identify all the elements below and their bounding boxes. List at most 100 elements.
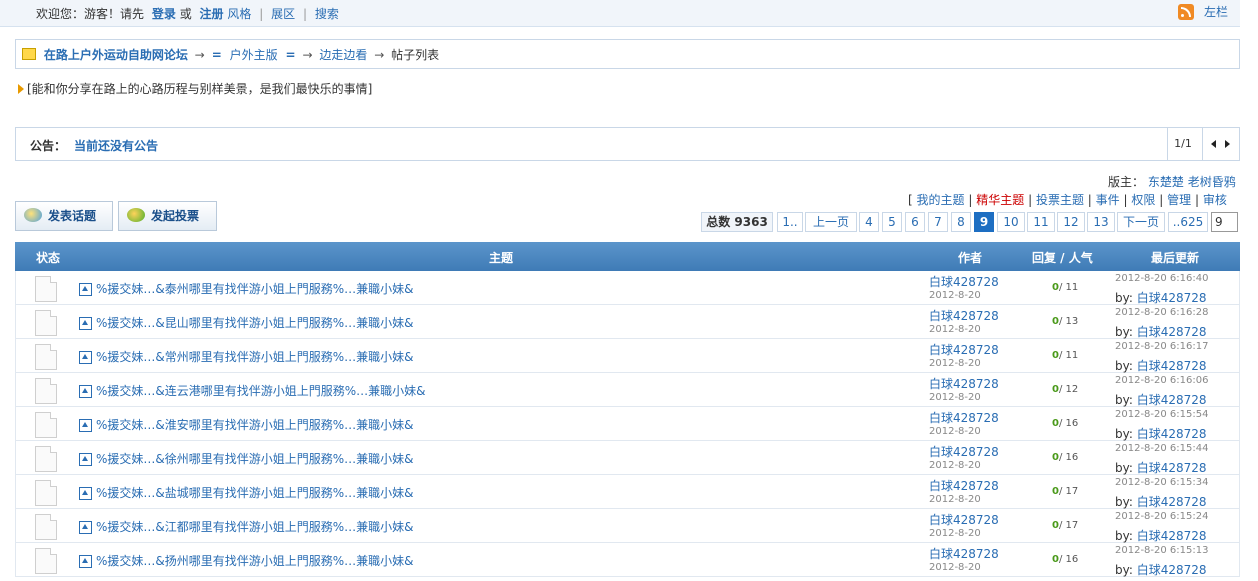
breadcrumb-forum[interactable]: 在路上户外运动自助网论坛	[44, 48, 188, 62]
last-update-by: by: 白球428728	[1115, 291, 1207, 305]
prev-arrow-icon[interactable]	[1211, 140, 1216, 148]
topic-status-icon	[35, 548, 57, 574]
last-user-link[interactable]: 白球428728	[1137, 291, 1207, 305]
rss-icon[interactable]	[1178, 4, 1194, 20]
reply-view-count: 0/ 11	[1052, 350, 1078, 361]
last-user-link[interactable]: 白球428728	[1137, 427, 1207, 441]
page-link[interactable]: 5	[882, 212, 902, 232]
last-user-link[interactable]: 白球428728	[1137, 359, 1207, 373]
announcement-page: 1/1	[1167, 128, 1198, 160]
reply-count: 0	[1052, 486, 1059, 497]
author-link[interactable]: 白球428728	[929, 545, 999, 562]
manage-link[interactable]: 管理	[1167, 193, 1191, 207]
last-update-by: by: 白球428728	[1115, 393, 1207, 407]
page-link[interactable]: 12	[1057, 212, 1085, 232]
last-update-time: 2012-8-20 6:15:24	[1115, 511, 1209, 522]
table-row: %援交妹…&昆山哪里有找伴游小姐上門服務%…兼職小妹& 白球428728 201…	[15, 305, 1240, 339]
expand-icon[interactable]	[79, 283, 92, 296]
search-link[interactable]: 搜索	[315, 7, 339, 21]
page-link[interactable]: 7	[928, 212, 948, 232]
reply-count: 0	[1052, 452, 1059, 463]
page-current[interactable]: 9	[974, 212, 994, 232]
post-date: 2012-8-20	[929, 562, 981, 573]
last-user-link[interactable]: 白球428728	[1137, 529, 1207, 543]
expand-icon[interactable]	[79, 317, 92, 330]
expand-icon[interactable]	[79, 385, 92, 398]
page-next[interactable]: 下一页	[1117, 212, 1165, 232]
last-user-link[interactable]: 白球428728	[1137, 563, 1207, 577]
topic-title-link[interactable]: %援交妹…&盐城哪里有找伴游小姐上門服務%…兼職小妹&	[96, 484, 414, 501]
next-arrow-icon[interactable]	[1225, 140, 1230, 148]
topic-status-icon	[35, 378, 57, 404]
topic-title-link[interactable]: %援交妹…&常州哪里有找伴游小姐上門服務%…兼職小妹&	[96, 348, 414, 365]
author-link[interactable]: 白球428728	[929, 443, 999, 460]
last-update-by: by: 白球428728	[1115, 495, 1207, 509]
topic-status-icon	[35, 514, 57, 540]
topic-title-link[interactable]: %援交妹…&连云港哪里有找伴游小姐上門服務%…兼職小妹&	[96, 382, 426, 399]
last-user-link[interactable]: 白球428728	[1137, 461, 1207, 475]
topic-title-link[interactable]: %援交妹…&昆山哪里有找伴游小姐上門服務%…兼職小妹&	[96, 314, 414, 331]
review-link[interactable]: 审核	[1203, 193, 1227, 207]
last-user-link[interactable]: 白球428728	[1137, 325, 1207, 339]
author-link[interactable]: 白球428728	[929, 409, 999, 426]
author-link[interactable]: 白球428728	[929, 511, 999, 528]
page-jump-input[interactable]: 9	[1211, 212, 1238, 232]
reply-view-count: 0/ 12	[1052, 384, 1078, 395]
breadcrumb-subboard[interactable]: 边走边看	[319, 48, 367, 62]
topic-title-link[interactable]: %援交妹…&徐州哪里有找伴游小姐上門服務%…兼職小妹&	[96, 450, 414, 467]
author-link[interactable]: 白球428728	[929, 307, 999, 324]
reply-count: 0	[1052, 350, 1059, 361]
author-link[interactable]: 白球428728	[929, 341, 999, 358]
table-row: %援交妹…&泰州哪里有找伴游小姐上門服務%…兼職小妹& 白球428728 201…	[15, 271, 1240, 305]
table-row: %援交妹…&扬州哪里有找伴游小姐上門服務%…兼職小妹& 白球428728 201…	[15, 543, 1240, 577]
login-link[interactable]: 登录	[152, 7, 176, 21]
page-link[interactable]: 8	[951, 212, 971, 232]
page-link[interactable]: 13	[1087, 212, 1115, 232]
topic-title-link[interactable]: %援交妹…&扬州哪里有找伴游小姐上門服務%…兼職小妹&	[96, 552, 414, 569]
last-user-link[interactable]: 白球428728	[1137, 495, 1207, 509]
sidebar-toggle-link[interactable]: 左栏	[1204, 3, 1228, 20]
exhibit-link[interactable]: 展区	[271, 7, 295, 21]
reply-count: 0	[1052, 282, 1059, 293]
view-count: / 17	[1058, 520, 1079, 531]
expand-icon[interactable]	[79, 487, 92, 500]
header-author: 作者	[958, 251, 983, 265]
user-menu: 欢迎您：游客！请先 登录 或 注册 风格 | 展区 | 搜索	[36, 5, 339, 22]
new-topic-button[interactable]: 发表话题	[15, 201, 113, 231]
page-last[interactable]: ..625	[1168, 212, 1208, 232]
author-link[interactable]: 白球428728	[929, 477, 999, 494]
style-link[interactable]: 风格	[227, 7, 251, 21]
expand-icon[interactable]	[79, 555, 92, 568]
events-link[interactable]: 事件	[1096, 193, 1120, 207]
new-poll-button[interactable]: 发起投票	[118, 201, 217, 231]
moderator-link[interactable]: 东楚楚	[1148, 175, 1184, 189]
announcement-text[interactable]: 当前还没有公告	[74, 137, 158, 154]
permissions-link[interactable]: 权限	[1131, 193, 1155, 207]
page-link[interactable]: 4	[859, 212, 879, 232]
register-link[interactable]: 注册	[200, 7, 224, 21]
topic-title-link[interactable]: %援交妹…&泰州哪里有找伴游小姐上門服務%…兼職小妹&	[96, 280, 414, 297]
expand-icon[interactable]	[79, 419, 92, 432]
poll-topics-link[interactable]: 投票主题	[1036, 193, 1084, 207]
moderator-link[interactable]: 老树昏鸦	[1188, 175, 1236, 189]
author-link[interactable]: 白球428728	[929, 375, 999, 392]
header-status: 状态	[36, 251, 61, 265]
page-link[interactable]: 6	[905, 212, 925, 232]
last-user-link[interactable]: 白球428728	[1137, 393, 1207, 407]
page-link[interactable]: 10	[997, 212, 1025, 232]
breadcrumb-board[interactable]: 户外主版	[230, 48, 278, 62]
top-bar: 欢迎您：游客！请先 登录 或 注册 风格 | 展区 | 搜索 左栏	[0, 0, 1240, 27]
page-link[interactable]: 11	[1027, 212, 1055, 232]
table-row: %援交妹…&徐州哪里有找伴游小姐上門服務%…兼職小妹& 白球428728 201…	[15, 441, 1240, 475]
topic-title-link[interactable]: %援交妹…&淮安哪里有找伴游小姐上門服務%…兼職小妹&	[96, 416, 414, 433]
topic-title-link[interactable]: %援交妹…&江都哪里有找伴游小姐上門服務%…兼職小妹&	[96, 518, 414, 535]
expand-icon[interactable]	[79, 351, 92, 364]
expand-icon[interactable]	[79, 453, 92, 466]
page-prev[interactable]: 上一页	[805, 212, 857, 232]
reply-count: 0	[1052, 520, 1059, 531]
expand-icon[interactable]	[79, 521, 92, 534]
digest-topics-link[interactable]: 精华主题	[976, 193, 1024, 207]
author-link[interactable]: 白球428728	[929, 273, 999, 290]
page-first[interactable]: 1..	[777, 212, 803, 232]
my-topics-link[interactable]: 我的主题	[917, 193, 965, 207]
